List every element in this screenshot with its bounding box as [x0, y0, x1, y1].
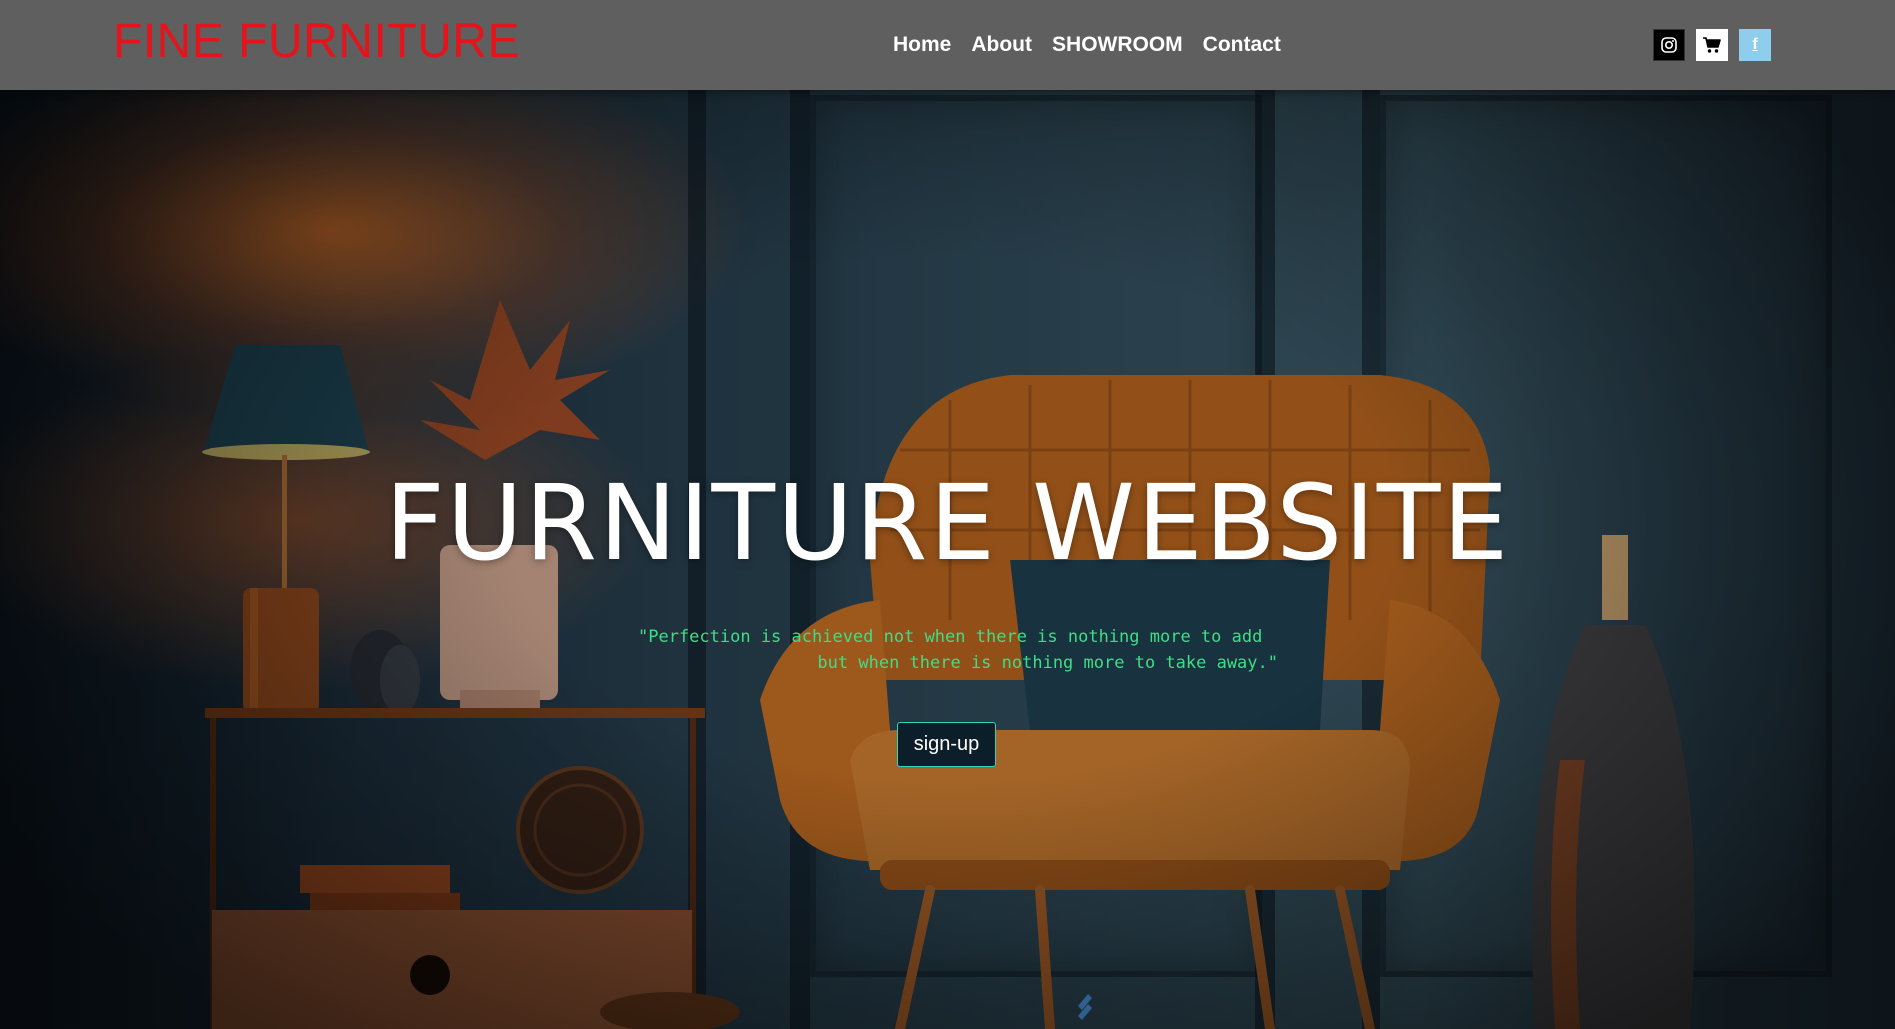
nav-contact[interactable]: Contact: [1203, 30, 1281, 60]
nav-showroom[interactable]: SHOWROOM: [1052, 30, 1183, 60]
brand-logo[interactable]: FINE FURNITURE: [113, 14, 520, 70]
social-links: f: [1653, 29, 1771, 61]
top-navbar: FINE FURNITURE Home About SHOWROOM Conta…: [0, 0, 1895, 90]
nav-home[interactable]: Home: [893, 30, 951, 60]
instagram-icon[interactable]: [1653, 29, 1685, 61]
shopping-cart-icon[interactable]: [1696, 29, 1728, 61]
quote-line-2: but when there is nothing more to take a…: [817, 653, 1278, 673]
main-nav: Home About SHOWROOM Contact: [893, 30, 1281, 60]
hero-quote: "Perfection is achieved not when there i…: [638, 624, 1278, 676]
instagram-glyph: [1661, 37, 1677, 53]
bootstrap-widget-icon[interactable]: [1072, 990, 1098, 1024]
hero-title: FURNITURE WEBSITE: [384, 462, 1511, 584]
quote-line-1: "Perfection is achieved not when there i…: [638, 627, 1263, 647]
nav-about[interactable]: About: [971, 30, 1032, 60]
signup-button[interactable]: sign-up: [897, 722, 996, 767]
facebook-icon[interactable]: f: [1739, 29, 1771, 61]
cart-glyph: [1703, 37, 1721, 53]
